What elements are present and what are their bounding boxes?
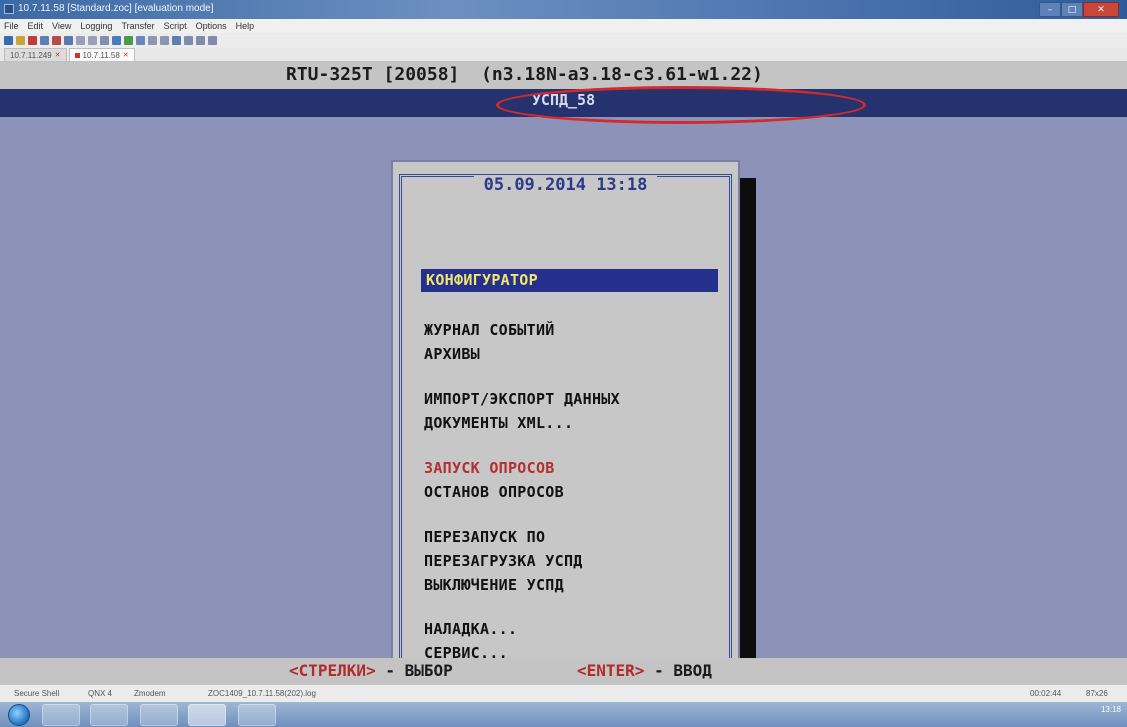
- hint-enter-key: <ENTER>: [577, 661, 645, 680]
- upload-icon[interactable]: [112, 36, 121, 45]
- menu-item-import-export[interactable]: ИМПОРТ/ЭКСПОРТ ДАННЫХ: [424, 390, 620, 408]
- statusbar: Secure Shell QNX 4 Zmodem ZOC1409_10.7.1…: [0, 684, 1127, 702]
- emulation: QNX 4: [88, 689, 113, 698]
- menu-file[interactable]: File: [4, 21, 19, 31]
- session-tabbar: 10.7.11.249 ✕ 10.7.11.58 ✕: [0, 48, 1127, 62]
- menu-edit[interactable]: Edit: [28, 21, 44, 31]
- menu-item-shutdown-uspd[interactable]: ВЫКЛЮЧЕНИЕ УСПД: [424, 576, 564, 594]
- taskbar: 13:18: [0, 702, 1127, 727]
- taskbar-word-icon[interactable]: [238, 704, 276, 726]
- maximize-icon[interactable]: □: [1061, 2, 1083, 17]
- keyboard-icon[interactable]: [184, 36, 193, 45]
- menu-item-start-polling[interactable]: ЗАПУСК ОПРОСОВ: [424, 459, 555, 477]
- logfile-name: ZOC1409_10.7.11.58(202).log: [208, 689, 316, 698]
- new-session-icon[interactable]: [4, 36, 13, 45]
- cut-icon[interactable]: [52, 36, 61, 45]
- taskbar-terminal-icon[interactable]: [188, 704, 226, 726]
- transfer-protocol: Zmodem: [134, 689, 166, 698]
- menu-view[interactable]: View: [52, 21, 71, 31]
- host-directory-icon[interactable]: [172, 36, 181, 45]
- copy-icon[interactable]: [40, 36, 49, 45]
- menu-script[interactable]: Script: [164, 21, 187, 31]
- open-icon[interactable]: [16, 36, 25, 45]
- session-tab[interactable]: 10.7.11.249 ✕: [4, 48, 67, 61]
- taskbar-folder-icon[interactable]: [90, 704, 128, 726]
- menu-item-configurator[interactable]: КОНФИГУРАТОР: [421, 269, 718, 292]
- device-info: RTU-325T [20058] (n3.18N-a3.18-c3.61-w1.…: [286, 64, 763, 85]
- tab-label: 10.7.11.58: [82, 50, 120, 60]
- app-icon: [4, 4, 14, 14]
- main-menu: 05.09.2014 13:18 КОНФИГУРАТОР ЖУРНАЛ СОБ…: [391, 160, 740, 682]
- find-icon[interactable]: [76, 36, 85, 45]
- window-titlebar: 10.7.11.58 [Standard.zoc] [evaluation mo…: [0, 0, 1127, 19]
- log-icon[interactable]: [100, 36, 109, 45]
- close-tab-icon[interactable]: ✕: [55, 51, 61, 59]
- version-highlight-ellipse: [496, 86, 866, 124]
- menu-item-reboot-uspd[interactable]: ПЕРЕЗАГРУЗКА УСПД: [424, 552, 583, 570]
- menu-options[interactable]: Options: [196, 21, 227, 31]
- taskbar-clock: 13:18: [1100, 705, 1121, 714]
- menu-item-archives[interactable]: АРХИВЫ: [424, 345, 480, 363]
- close-tab-icon[interactable]: ✕: [123, 51, 129, 59]
- device-info-bar: RTU-325T [20058] (n3.18N-a3.18-c3.61-w1.…: [0, 62, 1127, 89]
- terminal-size: 87x26: [1086, 689, 1108, 698]
- menu-item-adjustment[interactable]: НАЛАДКА...: [424, 620, 517, 638]
- start-button[interactable]: [8, 704, 30, 726]
- menu-logging[interactable]: Logging: [80, 21, 112, 31]
- session-time: 00:02:44: [1030, 689, 1062, 698]
- hint-enter-action: - ВВОД: [644, 661, 712, 680]
- menu-transfer[interactable]: Transfer: [121, 21, 154, 31]
- tab-label: 10.7.11.249: [10, 50, 52, 60]
- toolbar: [0, 33, 1127, 48]
- menu-item-xml-documents[interactable]: ДОКУМЕНТЫ XML...: [424, 414, 573, 432]
- status-icon: [74, 52, 80, 58]
- hint-arrows: <СТРЕЛКИ> - ВЫБОР: [289, 661, 453, 680]
- download-icon[interactable]: [124, 36, 133, 45]
- datetime-text: 05.09.2014 13:18: [473, 175, 658, 195]
- session-tab-active[interactable]: 10.7.11.58 ✕: [68, 48, 135, 61]
- disconnect-icon[interactable]: [28, 36, 37, 45]
- menu-item-stop-polling[interactable]: ОСТАНОВ ОПРОСОВ: [424, 483, 564, 501]
- options-icon[interactable]: [136, 36, 145, 45]
- terminal-screen[interactable]: RTU-325T [20058] (n3.18N-a3.18-c3.61-w1.…: [0, 62, 1127, 712]
- window-controls: – □ ✕: [1039, 2, 1119, 17]
- grid-icon[interactable]: [208, 36, 217, 45]
- hint-arrows-action: - ВЫБОР: [375, 661, 453, 680]
- close-icon[interactable]: ✕: [1083, 2, 1119, 17]
- taskbar-browser-icon[interactable]: [42, 704, 80, 726]
- menubar: File Edit View Logging Transfer Script O…: [0, 19, 1127, 33]
- tools-icon[interactable]: [196, 36, 205, 45]
- hint-arrows-key: <СТРЕЛКИ>: [289, 661, 376, 680]
- menu-help[interactable]: Help: [236, 21, 255, 31]
- taskbar-app-icon[interactable]: [140, 704, 178, 726]
- hint-bar: <СТРЕЛКИ> - ВЫБОР <ENTER> - ВВОД: [0, 658, 1127, 684]
- menu-datetime: 05.09.2014 13:18: [402, 175, 729, 195]
- macro-icon[interactable]: [160, 36, 169, 45]
- print-icon[interactable]: [88, 36, 97, 45]
- menu-item-restart-software[interactable]: ПЕРЕЗАПУСК ПО: [424, 528, 545, 546]
- minimize-icon[interactable]: –: [1039, 2, 1061, 17]
- script-icon[interactable]: [148, 36, 157, 45]
- paste-icon[interactable]: [64, 36, 73, 45]
- menu-item-event-log[interactable]: ЖУРНАЛ СОБЫТИЙ: [424, 321, 555, 339]
- window-title: 10.7.11.58 [Standard.zoc] [evaluation mo…: [18, 3, 214, 14]
- connection-type: Secure Shell: [14, 689, 60, 698]
- hint-enter: <ENTER> - ВВОД: [577, 661, 712, 680]
